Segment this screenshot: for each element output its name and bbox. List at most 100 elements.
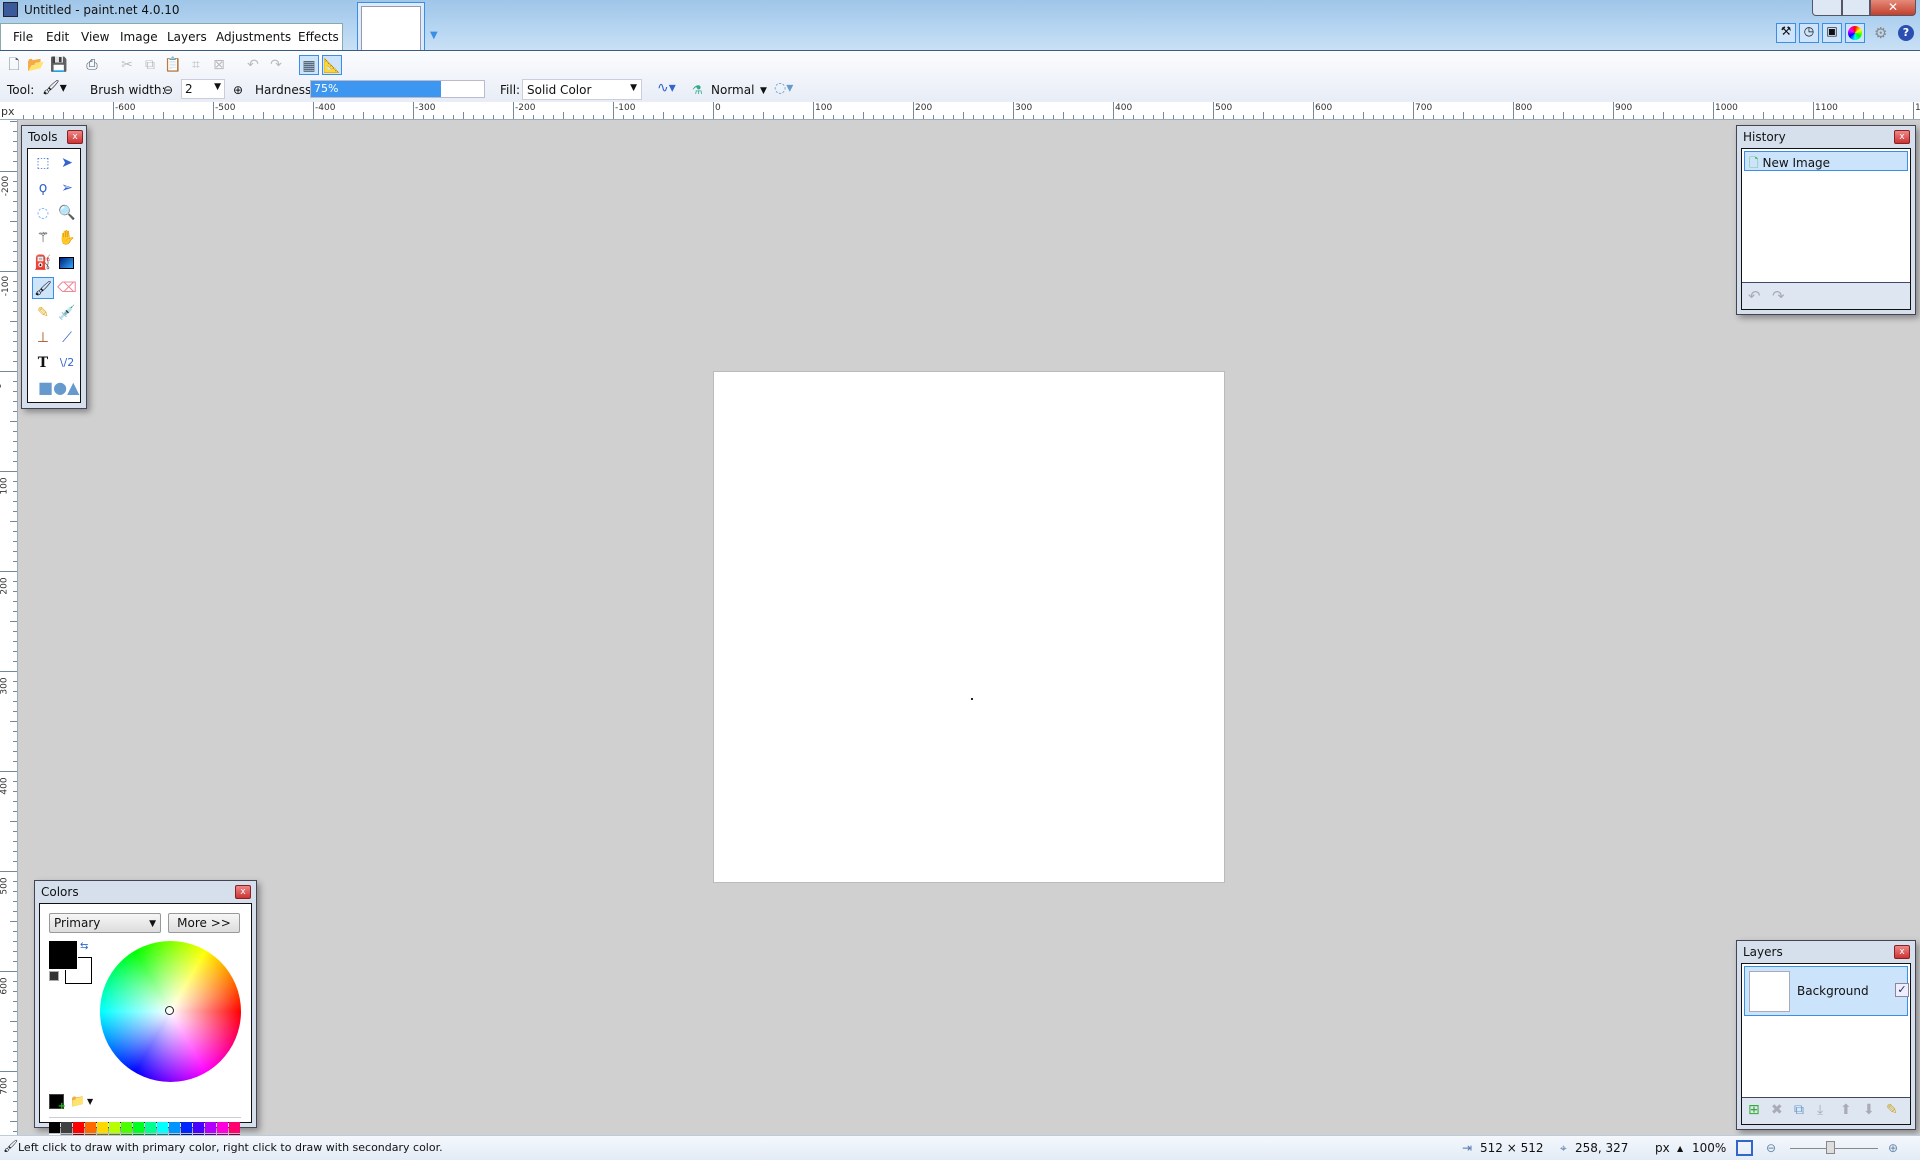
menu-adjustments[interactable]: Adjustments bbox=[216, 30, 291, 44]
image-list-dropdown-icon[interactable]: ▼ bbox=[430, 30, 438, 41]
palette-swatch[interactable] bbox=[229, 1122, 240, 1133]
restore-button[interactable] bbox=[1842, 0, 1870, 16]
colors-window-close-button[interactable]: x bbox=[235, 885, 251, 899]
zoom-slider-thumb[interactable] bbox=[1826, 1141, 1835, 1154]
palette-menu-icon[interactable]: 📁 bbox=[70, 1094, 85, 1108]
layer-visibility-checkbox[interactable]: ✓ bbox=[1895, 983, 1909, 997]
blend-mode-select[interactable]: Normal bbox=[711, 83, 754, 97]
palette-swatch[interactable] bbox=[121, 1122, 132, 1133]
history-item[interactable]: 🗋 New Image bbox=[1744, 151, 1908, 171]
antialiasing-icon[interactable]: ∿▾ bbox=[657, 80, 676, 96]
help-icon[interactable]: ? bbox=[1898, 25, 1914, 41]
eraser-icon[interactable]: ⌫ bbox=[56, 277, 78, 299]
copy-icon[interactable]: ⧉ bbox=[140, 55, 160, 75]
merge-layer-down-icon[interactable]: ⤓ bbox=[1817, 1102, 1823, 1118]
palette-swatch[interactable] bbox=[169, 1122, 180, 1133]
tools-window-close-button[interactable]: x bbox=[67, 130, 83, 144]
palette-swatch[interactable] bbox=[193, 1122, 204, 1133]
move-selected-pixels-icon[interactable]: ➤ bbox=[56, 152, 78, 174]
move-layer-down-icon[interactable]: ⬇ bbox=[1863, 1102, 1875, 1118]
settings-gear-icon[interactable]: ⚙ bbox=[1874, 24, 1887, 42]
palette-swatch[interactable] bbox=[217, 1122, 228, 1133]
paint-bucket-icon[interactable]: ⛽ bbox=[32, 252, 54, 274]
menu-view[interactable]: View bbox=[81, 30, 109, 44]
lasso-select-icon[interactable]: ϙ bbox=[32, 177, 54, 199]
zoom-icon[interactable]: 🔍 bbox=[56, 202, 78, 224]
palette-swatch[interactable] bbox=[133, 1122, 144, 1133]
palette-swatch[interactable] bbox=[49, 1122, 60, 1133]
shapes-icon[interactable]: ■●▲ bbox=[38, 377, 79, 399]
move-selection-icon[interactable]: ➢ bbox=[56, 177, 78, 199]
redo-icon[interactable]: ↷ bbox=[266, 55, 286, 75]
new-image-icon[interactable]: 🗋 bbox=[4, 55, 24, 75]
open-icon[interactable]: 📂 bbox=[26, 55, 46, 75]
line-curve-icon[interactable]: \/2 bbox=[56, 352, 78, 374]
layers-window-close-button[interactable]: x bbox=[1894, 945, 1910, 959]
palette-swatch[interactable] bbox=[109, 1122, 120, 1133]
history-redo-icon[interactable]: ↷ bbox=[1772, 287, 1785, 305]
move-layer-up-icon[interactable]: ⬆ bbox=[1840, 1102, 1852, 1118]
color-wheel[interactable] bbox=[100, 941, 241, 1082]
zoom-out-icon[interactable]: ⊖ bbox=[1766, 1141, 1776, 1155]
brush-width-select[interactable]: 2 ▼ bbox=[181, 79, 225, 99]
palette-swatch[interactable] bbox=[205, 1122, 216, 1133]
delete-layer-icon[interactable]: ✖ bbox=[1771, 1102, 1783, 1118]
history-undo-icon[interactable]: ↶ bbox=[1748, 287, 1761, 305]
pixel-grid-toggle-icon[interactable]: ▦ bbox=[299, 55, 319, 75]
zoom-in-icon[interactable]: ⊕ bbox=[1888, 1141, 1898, 1155]
history-window-close-button[interactable]: x bbox=[1894, 130, 1910, 144]
palette-swatch[interactable] bbox=[97, 1122, 108, 1133]
pencil-icon[interactable]: ✎ bbox=[32, 302, 54, 324]
layer-properties-icon[interactable]: ✎ bbox=[1886, 1102, 1898, 1118]
reset-colors-icon[interactable] bbox=[49, 971, 59, 981]
add-to-palette-icon[interactable]: + bbox=[49, 1094, 66, 1112]
menu-edit[interactable]: Edit bbox=[46, 30, 69, 44]
image-canvas[interactable] bbox=[713, 371, 1225, 883]
rulers-toggle-icon[interactable]: 📐 bbox=[322, 55, 342, 75]
deselect-icon[interactable]: ⊠ bbox=[209, 55, 229, 75]
current-tool-paintbrush-icon[interactable]: 🖌▾ bbox=[42, 80, 67, 96]
recolor-icon[interactable]: ⟋ bbox=[56, 327, 78, 349]
units-dropdown-icon[interactable]: ▲ bbox=[1677, 1144, 1683, 1153]
menu-effects[interactable]: Effects bbox=[298, 30, 339, 44]
palette-swatch[interactable] bbox=[181, 1122, 192, 1133]
pan-hand-icon[interactable]: ✋ bbox=[56, 227, 78, 249]
paste-icon[interactable]: 📋 bbox=[163, 55, 183, 75]
duplicate-layer-icon[interactable]: ⧉ bbox=[1794, 1102, 1804, 1118]
minimize-button[interactable] bbox=[1812, 0, 1842, 16]
print-icon[interactable]: ⎙ bbox=[82, 55, 102, 75]
fill-select[interactable]: Solid Color ▼ bbox=[522, 79, 642, 100]
palette-swatch[interactable] bbox=[157, 1122, 168, 1133]
ellipse-select-icon[interactable]: ◌ bbox=[32, 202, 54, 224]
colors-window-toggle-icon[interactable] bbox=[1845, 23, 1865, 43]
paintbrush-icon[interactable]: 🖌 bbox=[32, 277, 54, 299]
alpha-blending-icon[interactable]: ◌▾ bbox=[774, 80, 793, 96]
units-select[interactable]: px bbox=[1655, 1141, 1670, 1155]
menu-file[interactable]: File bbox=[13, 30, 33, 44]
tools-window-toggle-icon[interactable]: ⚒ bbox=[1776, 23, 1796, 43]
clone-stamp-icon[interactable]: ⊥ bbox=[32, 327, 54, 349]
layers-window-toggle-icon[interactable]: ▣ bbox=[1822, 23, 1842, 43]
palette-swatch[interactable] bbox=[61, 1122, 72, 1133]
blend-mode-dropdown-icon[interactable]: ▼ bbox=[760, 86, 767, 96]
rectangle-select-icon[interactable]: ⬚ bbox=[32, 152, 54, 174]
cut-icon[interactable]: ✂ bbox=[117, 55, 137, 75]
palette-swatch[interactable] bbox=[73, 1122, 84, 1133]
zoom-to-window-icon[interactable] bbox=[1736, 1140, 1753, 1156]
more-colors-button[interactable]: More >> bbox=[168, 913, 240, 933]
text-icon[interactable]: T bbox=[32, 352, 54, 374]
palette-menu-dropdown-icon[interactable]: ▼ bbox=[87, 1097, 93, 1106]
history-window-toggle-icon[interactable]: ◷ bbox=[1799, 23, 1819, 43]
close-button[interactable]: ✕ bbox=[1870, 0, 1916, 16]
magic-wand-icon[interactable]: ⚚ bbox=[32, 227, 54, 249]
color-picker-icon[interactable]: 💉 bbox=[56, 302, 78, 324]
color-mode-select[interactable]: Primary ▼ bbox=[49, 913, 161, 933]
primary-color-swatch[interactable] bbox=[48, 940, 78, 970]
color-wheel-cursor[interactable] bbox=[165, 1006, 174, 1015]
add-layer-icon[interactable]: ⊞ bbox=[1748, 1102, 1760, 1118]
layer-row[interactable]: Background ✓ bbox=[1744, 966, 1909, 1016]
palette-swatch[interactable] bbox=[85, 1122, 96, 1133]
save-icon[interactable]: 💾 bbox=[49, 55, 69, 75]
zoom-level[interactable]: 100% bbox=[1692, 1141, 1726, 1155]
undo-icon[interactable]: ↶ bbox=[243, 55, 263, 75]
